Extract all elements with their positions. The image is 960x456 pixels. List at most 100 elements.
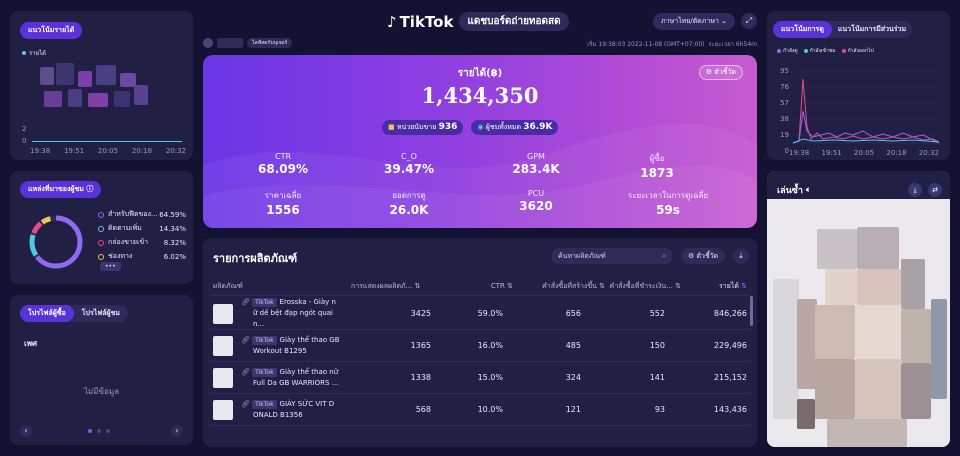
metric: ผู้ซื้อ 1873 <box>607 152 707 180</box>
video-frame[interactable] <box>767 199 950 447</box>
x-tick: 20:18 <box>131 147 153 155</box>
ctr-cell: 15.0% <box>477 373 503 382</box>
traffic-source-panel: แหล่งที่มาของผู้ชม ⓘ สำหรับฟีดของ... 64.5… <box>10 171 193 284</box>
product-search-input[interactable]: ค้นหาผลิตภัณฑ์ ⌕ <box>551 248 673 264</box>
legend-item: ช่องทาง 6.02% <box>98 251 186 262</box>
viewers-chip: ◉ ผู้ชมทั้งหมด 36.9K <box>471 120 559 135</box>
product-name-line: 🔗︎ TikTok GIÀY SỨC VIT D <box>241 399 334 410</box>
tab-viewer-profile[interactable]: โปรไฟล์ผู้ชม <box>74 305 128 322</box>
product-list-panel: รายการผลิตภัณฑ์ ค้นหาผลิตภัณฑ์ ⌕ ⚙ ตัวชี้… <box>203 238 757 447</box>
cart-icon: ■ <box>388 123 395 131</box>
legend-item: กล่องขายเข้า 8.32% <box>98 237 186 248</box>
profile-tabs: โปรไฟล์ผู้ซื้อ โปรไฟล์ผู้ชม <box>20 305 128 322</box>
x-tick: 19:38 <box>789 149 810 157</box>
product-name-line: 🔗︎ TikTok Erosska - Giày n <box>241 297 336 308</box>
trend-tabs: แนวโน้มการดู แนวโน้มการมีส่วนร่วม <box>773 21 913 38</box>
table-row[interactable]: 🔗︎ TikTok GIÀY SỨC VIT D ONALD B1356 568 … <box>211 394 749 426</box>
dot[interactable] <box>106 429 110 433</box>
revenue-summary-card: รายได้(฿) 1,434,350 ⚙ ตัวชี้วัด ■ หน่วยน… <box>203 55 757 228</box>
metric-value: 1873 <box>640 166 674 180</box>
revenue-cell: 143,436 <box>713 405 747 414</box>
metric: CTR 68.09% <box>253 152 313 176</box>
info-icon[interactable]: ⓘ <box>86 185 93 193</box>
chevron-right-icon[interactable]: › <box>171 425 183 437</box>
revenue-value: 1,434,350 <box>421 83 539 108</box>
legend-dot <box>803 49 808 53</box>
tab-engagement-trend[interactable]: แนวโน้มการมีส่วนร่วม <box>832 21 912 38</box>
metrics-button[interactable]: ⚙ ตัวชี้วัด <box>698 65 743 80</box>
dot[interactable] <box>97 429 101 433</box>
link-icon: 🔗︎ <box>241 298 250 306</box>
metric-value: 39.47% <box>384 162 434 176</box>
table-row[interactable]: 🔗︎ TikTok Giày thể thao GB Workout B1295 … <box>211 330 749 362</box>
column-header-label: คำสั่งซื้อที่ชำระเงิน... <box>609 281 673 290</box>
revenue-cell: 215,152 <box>713 373 747 382</box>
y-tick: 76 <box>780 83 789 91</box>
metric-label: PCU <box>527 189 545 198</box>
language-select[interactable]: ภาษาไทย/ตัดภาษา ⌄ <box>653 13 735 30</box>
table-row[interactable]: 🔗︎ TikTok Giày thể thao nữ Full Da GB WAR… <box>211 362 749 394</box>
product-name-line: 🔗︎ TikTok Giày thể thao GB <box>241 335 340 346</box>
account-info: ไลฟ์สดกับนุเจอร์ <box>203 38 293 48</box>
y-tick: 0 <box>22 137 27 145</box>
metric: ระยะเวลาในการดูเฉลี่ย 59s <box>603 189 733 217</box>
metric: C_O 39.47% <box>379 152 439 176</box>
metrics-button-label: ตัวชี้วัด <box>714 68 736 76</box>
product-list-title: รายการผลิตภัณฑ์ <box>213 252 298 265</box>
revenue-cell: 229,496 <box>713 341 747 350</box>
y-tick: 0 <box>784 147 789 155</box>
product-name: Erosska - Giày n <box>279 298 336 306</box>
units-label: หน่วยนับขาย <box>396 123 437 131</box>
tab-buyer-profile[interactable]: โปรไฟล์ผู้ซื้อ <box>20 305 74 322</box>
series-line-entering <box>793 138 939 144</box>
fullscreen-icon[interactable]: ⤢ <box>741 13 757 29</box>
column-header[interactable]: คำสั่งซื้อที่สร้างขึ้น ⇅ <box>523 276 605 296</box>
legend-value: 8.32% <box>163 238 186 247</box>
column-header[interactable]: คำสั่งซื้อที่ชำระเงิน... ⇅ <box>599 276 681 296</box>
metric: ราคาเฉลี่ย 1556 <box>243 189 323 217</box>
replay-title-row: เล่นซ้ำ 🔈︎ <box>777 183 811 197</box>
more-button[interactable]: ••• <box>100 262 121 271</box>
column-header[interactable]: รายได้ ⇅ <box>691 276 747 296</box>
language-label: ภาษาไทย/ตัดภาษา <box>661 17 719 25</box>
legend-value: 14.34% <box>159 224 186 233</box>
table-row[interactable]: 🔗︎ TikTok Erosska - Giày n ữ dế bệt đạp n… <box>211 298 749 330</box>
revenue-trend-panel: แนวโน้มรายได้ รายได้ 2 0 19:38 19:51 20:… <box>10 11 193 160</box>
x-axis: 19:38 19:51 20:05 20:18 20:32 <box>789 149 939 157</box>
download-icon[interactable]: ⤓ <box>908 183 922 197</box>
replay-title: เล่นซ้ำ <box>777 186 803 196</box>
product-metrics-button[interactable]: ⚙ ตัวชี้วัด <box>681 248 726 264</box>
orders-created-cell: 121 <box>565 405 581 414</box>
session-info: เริ่ม 19:38:03 2022-11-08 (GMT+07:00) ระ… <box>587 39 757 49</box>
product-thumbnail <box>213 367 233 388</box>
x-tick: 20:05 <box>97 147 119 155</box>
volume-icon[interactable]: 🔈︎ <box>806 185 811 195</box>
product-name-line: Full Da GB WARRIORS ... <box>253 378 339 387</box>
column-header[interactable]: CTR ⇅ <box>473 276 513 296</box>
table-scrollbar[interactable] <box>750 296 753 326</box>
orders-created-cell: 324 <box>565 373 581 382</box>
tab-revenue-trend[interactable]: แนวโน้มรายได้ <box>20 22 83 39</box>
chevron-left-icon[interactable]: ‹ <box>20 425 32 437</box>
legend-label: กล่องขายเข้า <box>108 238 149 246</box>
units-value: 936 <box>438 122 458 132</box>
x-tick: 20:18 <box>886 149 907 157</box>
tab-viewing-trend[interactable]: แนวโน้มการดู <box>773 21 832 38</box>
column-header[interactable]: การแสดงผลผลิตภั... ⇅ <box>351 276 431 296</box>
legend-dot <box>98 211 104 218</box>
product-thumbnail <box>213 399 233 420</box>
product-name: Giày thể thao GB <box>279 335 340 344</box>
x-tick: 19:51 <box>821 149 842 157</box>
duration: ระยะเวลา 6h54m <box>708 41 757 48</box>
dot-active[interactable] <box>88 429 92 433</box>
orders-paid-cell: 552 <box>649 309 665 318</box>
x-tick: 19:38 <box>30 147 51 155</box>
download-icon[interactable]: ⤓ <box>733 248 749 264</box>
viewer-trend-panel: แนวโน้มการดู แนวโน้มการมีส่วนร่วม กำลังด… <box>767 11 950 160</box>
tab-traffic-source[interactable]: แหล่งที่มาของผู้ชม ⓘ <box>20 181 102 198</box>
viewers-value: 36.9K <box>523 122 553 132</box>
legend-value: 6.02% <box>163 252 186 261</box>
legend-dot <box>98 225 104 232</box>
tiktok-tag: TikTok <box>252 298 277 307</box>
swap-icon[interactable]: ⇄ <box>928 183 942 197</box>
